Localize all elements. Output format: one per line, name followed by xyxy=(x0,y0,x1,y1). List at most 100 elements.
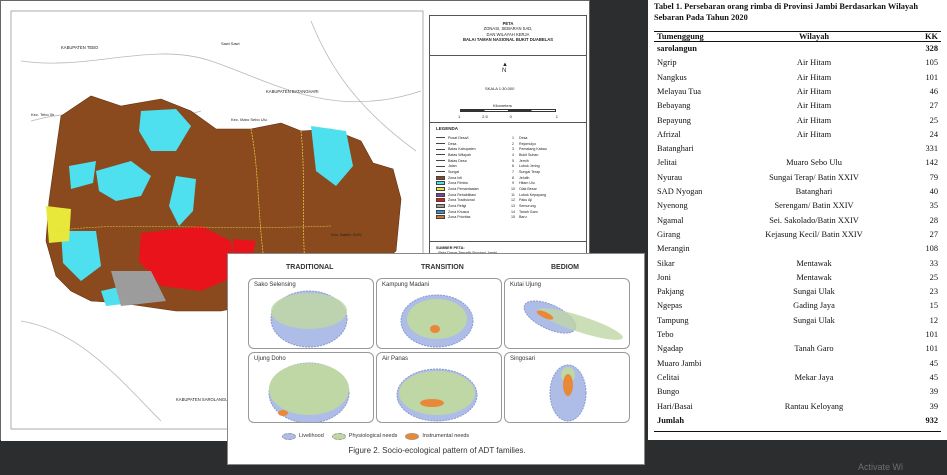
legend-zone-label: Jalan xyxy=(448,164,457,169)
cell-kk: 105 xyxy=(925,58,938,68)
legend-village-number: 12 xyxy=(511,198,515,203)
legend-label: Instrumental needs xyxy=(422,433,470,439)
cell-kk: 35 xyxy=(929,201,938,211)
pattern-cell: Sako Selensing xyxy=(248,278,374,349)
legend-label: Livelihood xyxy=(299,433,324,439)
legend-swatch xyxy=(436,160,445,162)
column-transition: TRANSITION xyxy=(421,264,464,271)
pattern-cell: Ujung Doho xyxy=(248,352,374,423)
legend-title: LEGENDA xyxy=(436,126,459,131)
legend-village-label: Jelutih xyxy=(519,175,530,180)
legend-zone-label: Zona Religi xyxy=(448,204,467,209)
legend-swatch xyxy=(436,175,445,180)
cell-tumenggung: Ngrip xyxy=(657,58,677,68)
legend-village-number: 14 xyxy=(511,209,515,214)
map-title-box: PETA ZONASI, SEBARAN SAD, DAN WILAYAH KE… xyxy=(430,16,586,56)
cell-tumenggung: Muaro Jambi xyxy=(657,358,702,368)
cell-tumenggung: Batanghari xyxy=(657,144,694,154)
legend-swatch xyxy=(436,154,445,156)
label-kec-maro-sebo: Kec. Maro Sebo Ulu xyxy=(231,117,267,122)
pattern-cell: Kampung Madani xyxy=(376,278,502,349)
cell-wilayah: Air Hitam xyxy=(796,129,832,139)
cell-wilayah: Mekar Jaya xyxy=(794,372,834,382)
header-wilayah: Wilayah xyxy=(798,32,830,41)
map-title-line-4: BALAI TAMAN NASIONAL BUKIT DUABELAS xyxy=(462,36,554,42)
north-arrow-icon: ▲ N xyxy=(502,62,508,74)
cell-tumenggung: Girang xyxy=(657,229,681,239)
legend-swatch xyxy=(436,181,445,186)
cell-kk: 46 xyxy=(929,86,938,96)
scale-tick: 1 xyxy=(555,114,558,119)
legend-swatch xyxy=(436,143,445,145)
legend-swatch xyxy=(436,187,445,192)
cell-label: Kampung Madani xyxy=(382,282,430,288)
legend-village-number: 7 xyxy=(512,169,514,174)
legend-zone-row: Zona Prioritas xyxy=(436,215,508,221)
legend-swatch xyxy=(282,432,296,440)
legend-swatch xyxy=(436,198,445,203)
cell-tumenggung: Tebo xyxy=(657,330,674,339)
cell-tumenggung: Hari/Basai xyxy=(657,401,693,411)
label-kab-batanghari: KABUPATEN BATANGHARI xyxy=(266,89,319,94)
cell-tumenggung: Ngadap xyxy=(657,344,684,354)
legend-label: Physiological needs xyxy=(348,433,398,439)
cell-tumenggung: Joni xyxy=(657,272,671,282)
legend-zones: Pusat Desa/i Desa Batas Kabupaten Batas Wil… xyxy=(436,135,508,220)
legend-swatch xyxy=(436,209,445,214)
label-kec-bathin: Kec. Bathin XXIV xyxy=(331,232,362,237)
legend-swatch xyxy=(436,204,445,209)
cell-kk: 108 xyxy=(925,244,938,254)
cell-tumenggung: Bungo xyxy=(657,387,680,397)
scale-tick: 0 xyxy=(509,114,512,119)
legend-zone-label: Zona Rehabilitasi xyxy=(448,192,476,197)
cell-tumenggung: Ngamal xyxy=(657,215,684,225)
scale-unit: Kilometers xyxy=(493,103,512,108)
legend-villages: 1 Desa 2 Rejomulyo 3 Pematang Kabau 4 Bukit Sub… xyxy=(510,135,584,220)
cell-kk: 39 xyxy=(929,387,938,397)
cell-kk: 331 xyxy=(925,144,938,154)
cell-wilayah: Rantau Keloyang xyxy=(784,401,844,411)
legend-zone-label: Batas Kabupaten xyxy=(448,147,476,152)
legend-village-number: 4 xyxy=(512,152,514,157)
cell-kk: 15 xyxy=(929,301,938,311)
scale-tick: 1 xyxy=(458,114,461,119)
cell-tumenggung: Bebayang xyxy=(657,101,691,111)
label-kab-sarolangun: KABUPATEN SAROLANGUN xyxy=(176,397,231,402)
cell-tumenggung: Tampung xyxy=(657,315,689,325)
cell-kk: 24 xyxy=(929,129,938,139)
cell-tumenggung: Merangin xyxy=(657,244,690,254)
legend-village-label: Lubuk Kepayang xyxy=(519,192,546,197)
cell-wilayah: Gading Jaya xyxy=(793,301,835,311)
cell-kk: 45 xyxy=(929,372,938,382)
legend-swatch xyxy=(436,192,445,197)
cell-kk: 328 xyxy=(925,44,938,53)
scale-bar xyxy=(460,109,556,112)
cell-kk: 40 xyxy=(929,187,938,196)
legend-village-number: 8 xyxy=(512,175,514,180)
cell-wilayah: Tanah Garo xyxy=(794,344,834,354)
legend-swatch xyxy=(436,137,445,139)
table-row: Jumlah 932 xyxy=(654,414,941,431)
pattern-cell: Singosari xyxy=(504,352,630,423)
cell-kk: 39 xyxy=(929,401,938,411)
legend-zone-label: Zona Pemanfaatan xyxy=(448,187,479,192)
cell-wilayah: Sungai Ulak xyxy=(793,315,835,325)
cell-kk: 45 xyxy=(929,358,938,368)
legend-village-number: 9 xyxy=(512,181,514,186)
legend-village-number: 2 xyxy=(512,141,514,146)
figure-legend: Livelihood Physiological needs Instrumen… xyxy=(282,430,592,442)
legend-village-label: Paku Aji xyxy=(519,198,532,203)
cell-wilayah: Air Hitam xyxy=(796,58,832,68)
legend-village-label: Jernih xyxy=(519,158,529,163)
legend-zone-label: Batas Desa xyxy=(448,158,467,163)
legend-zone-label: Sungai xyxy=(448,169,460,174)
table-bottom-rule xyxy=(654,431,941,432)
legend-swatch xyxy=(331,432,346,440)
table-header: Tumenggung Wilayah KK xyxy=(654,31,941,42)
cell-kk: 79 xyxy=(929,172,938,182)
cell-tumenggung: Sikar xyxy=(657,258,675,268)
legend-village-label: Pematang Kabau xyxy=(519,147,547,152)
cell-label: Singosari xyxy=(510,356,536,362)
cell-label: Ujung Doho xyxy=(254,356,286,362)
cell-kk: 101 xyxy=(925,344,938,354)
